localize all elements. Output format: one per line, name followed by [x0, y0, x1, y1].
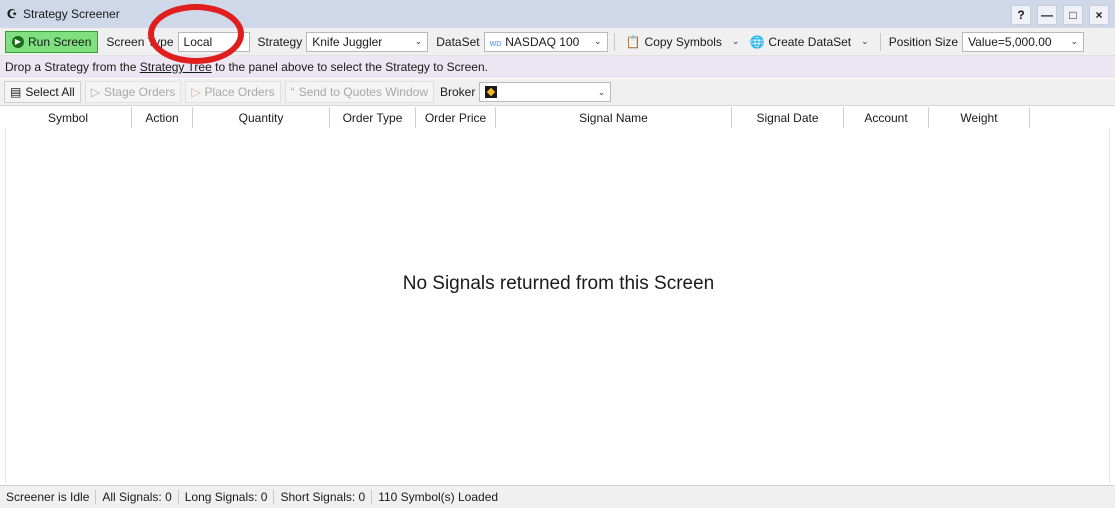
column-header-action[interactable]: Action [132, 107, 193, 128]
column-header-account[interactable]: Account [844, 107, 929, 128]
place-orders-button[interactable]: ▷ Place Orders [185, 81, 281, 103]
signals-grid[interactable]: No Signals returned from this Screen [5, 128, 1110, 483]
chevron-down-icon: ⌄ [861, 36, 869, 46]
column-header-weight[interactable]: Weight [929, 107, 1030, 128]
column-header-quantity[interactable]: Quantity [193, 107, 330, 128]
chevron-down-icon: ⌄ [597, 86, 606, 97]
copy-symbols-label: Copy Symbols [644, 34, 722, 49]
position-size-dropdown[interactable]: Value=5,000.00 ⌄ [962, 31, 1085, 52]
dataset-dropdown[interactable]: WD NASDAQ 100 ⌄ [483, 31, 608, 52]
help-button[interactable]: ? [1011, 5, 1031, 25]
minimize-button[interactable]: — [1037, 5, 1057, 25]
broker-dropdown[interactable]: ⌄ [479, 82, 612, 102]
send-quotes-label: Send to Quotes Window [298, 85, 428, 99]
status-short-signals: Short Signals: 0 [273, 490, 371, 504]
chevron-down-icon: ⌄ [731, 36, 740, 46]
strategy-value: Knife Juggler [312, 34, 383, 49]
select-all-label: Select All [25, 85, 75, 99]
signals-grid-header: Symbol Action Quantity Order Type Order … [5, 107, 1030, 129]
column-header-order-price[interactable]: Order Price [416, 107, 496, 128]
position-size-value: Value=5,000.00 [968, 34, 1052, 49]
run-screen-button[interactable]: ▶ Run Screen [5, 30, 99, 53]
screen-type-dropdown[interactable]: Local ⌄ [177, 31, 250, 52]
chevron-down-icon: ⌄ [235, 36, 244, 46]
chevron-down-icon: ⌄ [414, 36, 423, 46]
place-orders-label: Place Orders [204, 85, 275, 99]
chevron-down-icon: ⌄ [594, 36, 602, 46]
broker-icon [485, 86, 498, 98]
close-button[interactable]: × [1089, 5, 1109, 25]
run-screen-label: Run Screen [28, 34, 92, 49]
info-bar: Drop a Strategy from the Strategy Tree t… [0, 56, 1115, 78]
column-header-order-type[interactable]: Order Type [330, 107, 416, 128]
strategy-dropdown[interactable]: Knife Juggler ⌄ [306, 31, 429, 52]
play-circle-icon: ▷ [90, 85, 100, 99]
toolbar-separator [879, 32, 881, 51]
stage-orders-label: Stage Orders [103, 85, 176, 99]
play-icon: ▶ [12, 35, 24, 48]
status-long-signals: Long Signals: 0 [177, 490, 274, 504]
globe-icon: 🌐 [749, 34, 765, 49]
maximize-button[interactable]: □ [1063, 5, 1083, 25]
dataset-badge: WD [489, 40, 502, 48]
column-header-symbol[interactable]: Symbol [5, 107, 132, 128]
empty-message: No Signals returned from this Screen [402, 273, 715, 294]
list-icon: ▤ [10, 85, 22, 99]
clipboard-icon: 📋 [625, 34, 641, 49]
strategy-tree-link[interactable]: Strategy Tree [140, 60, 212, 74]
info-prefix: Drop a Strategy from the [5, 60, 137, 74]
status-state: Screener is Idle [6, 490, 90, 504]
main-toolbar: ▶ Run Screen Screen Type Local ⌄ Strateg… [0, 28, 1115, 56]
column-header-signal-date[interactable]: Signal Date [732, 107, 844, 128]
orders-toolbar: ▤ Select All ▷ Stage Orders ▷ Place Orde… [0, 79, 1115, 106]
screen-type-label: Screen Type [106, 34, 174, 49]
screen-type-value: Local [183, 34, 213, 49]
status-bar: Screener is Idle All Signals: 0 Long Sig… [0, 485, 1115, 508]
create-dataset-button[interactable]: 🌐 Create DataSet ⌄ [744, 31, 873, 53]
create-dataset-label: Create DataSet [768, 34, 852, 49]
broker-label: Broker [439, 85, 476, 99]
info-suffix: to the panel above to select the Strateg… [215, 60, 488, 74]
window-title: Strategy Screener [23, 7, 120, 21]
status-symbols-loaded: 110 Symbol(s) Loaded [371, 490, 504, 504]
column-header-signal-name[interactable]: Signal Name [496, 107, 732, 128]
chevron-down-icon: ⌄ [1070, 36, 1079, 46]
dataset-value: NASDAQ 100 [505, 34, 580, 49]
strategy-icon: ☪ [6, 7, 18, 21]
select-all-button[interactable]: ▤ Select All [4, 81, 81, 103]
copy-symbols-button[interactable]: 📋 Copy Symbols ⌄ [621, 31, 745, 53]
play-circle-icon: ▷ [191, 85, 201, 99]
title-bar: ☪ Strategy Screener ? — □ × [0, 0, 1115, 28]
quote-icon: “ [290, 85, 295, 99]
status-all-signals: All Signals: 0 [95, 490, 177, 504]
dataset-label: DataSet [436, 34, 480, 49]
stage-orders-button[interactable]: ▷ Stage Orders [84, 81, 182, 103]
position-size-label: Position Size [888, 34, 959, 49]
send-quotes-button[interactable]: “ Send to Quotes Window [284, 81, 434, 103]
strategy-label: Strategy [257, 34, 303, 49]
toolbar-separator [613, 32, 615, 51]
